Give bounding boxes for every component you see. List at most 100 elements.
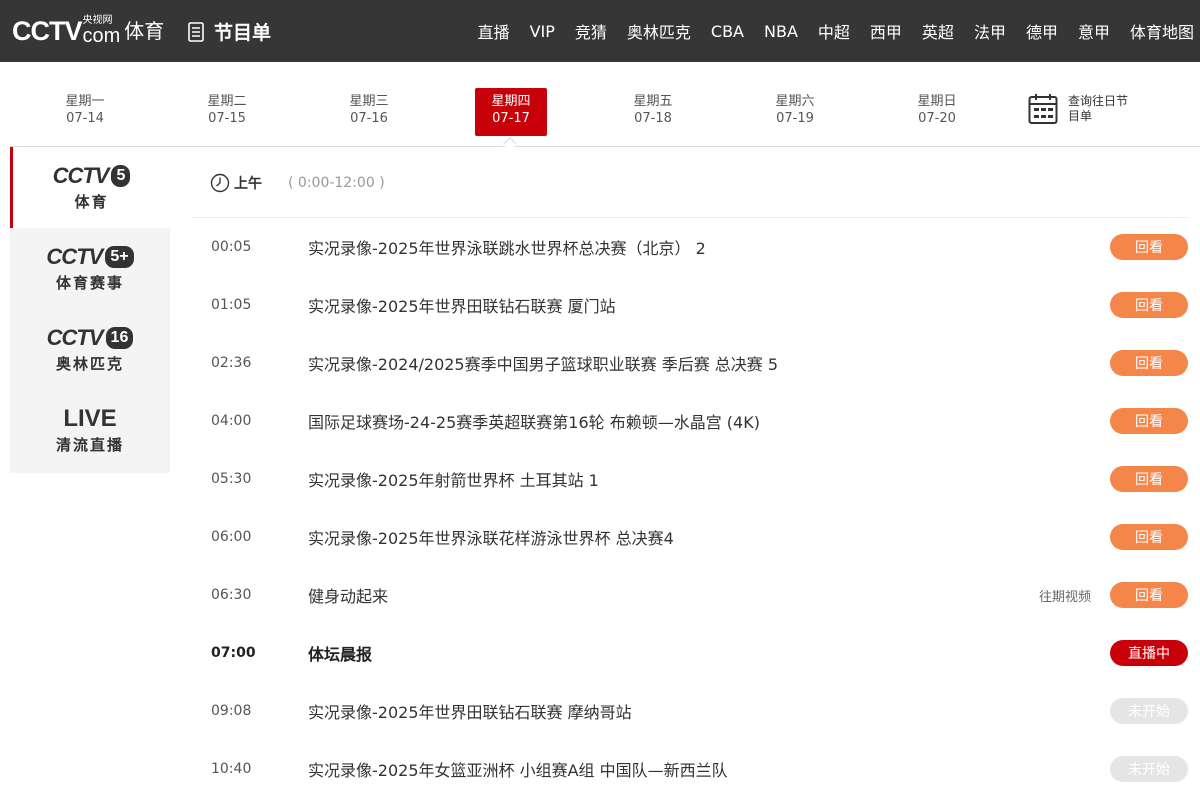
period-range: ( 0:00-12:00 ) [288, 174, 385, 191]
history-schedule-button[interactable]: 查询往日节目单 [1028, 93, 1134, 125]
program-title[interactable]: 实况录像-2024/2025赛季中国男子篮球职业联赛 季后赛 总决赛 5 [308, 351, 778, 375]
date-value: 07-15 [208, 111, 246, 126]
program-time: 06:30 [211, 587, 252, 603]
program-time: 00:05 [211, 239, 252, 255]
program-row-live: 07:00 体坛晨报 直播中 [192, 624, 1188, 682]
not-started-badge: 未开始 [1110, 698, 1188, 724]
channel-number: 5+ [105, 246, 134, 268]
logo-com-text: com [82, 24, 121, 47]
logo-sport-text: 体育 [124, 18, 165, 43]
date-tab[interactable]: 星期三 07-16 [333, 88, 405, 136]
channel-sidebar: CCTV 5 体育 CCTV 5+ 体育赛事 CCTV 16 奥林匹克 LIVE… [10, 147, 170, 473]
nav-item[interactable]: 奥林匹克 [627, 19, 691, 43]
history-schedule-label: 查询往日节目单 [1068, 94, 1129, 123]
channel-cctv16[interactable]: CCTV 16 奥林匹克 [10, 309, 170, 390]
program-row: 06:00 实况录像-2025年世界泳联花样游泳世界杯 总决赛4 回看 [192, 508, 1188, 566]
program-time: 07:00 [211, 645, 256, 661]
nav-item[interactable]: 意甲 [1078, 19, 1110, 43]
nav-item[interactable]: 法甲 [974, 19, 1006, 43]
channel-subtitle: 清流直播 [55, 436, 124, 454]
program-title[interactable]: 健身动起来 [308, 583, 388, 607]
program-row: 09:08 实况录像-2025年世界田联钻石联赛 摩纳哥站 未开始 [192, 682, 1188, 740]
date-tab-active[interactable]: 星期四 07-17 [475, 88, 547, 136]
replay-button[interactable]: 回看 [1110, 582, 1188, 608]
date-tab[interactable]: 星期六 07-19 [759, 88, 831, 136]
date-value: 07-19 [776, 111, 814, 126]
program-row: 00:05 实况录像-2025年世界泳联跳水世界杯总决赛（北京） 2 回看 [192, 218, 1188, 276]
document-icon [188, 21, 204, 42]
channel-subtitle: 体育赛事 [55, 274, 124, 292]
nav-item[interactable]: 中超 [818, 19, 850, 43]
nav-item[interactable]: NBA [764, 22, 798, 41]
program-title[interactable]: 实况录像-2025年世界泳联跳水世界杯总决赛（北京） 2 [308, 235, 706, 259]
clock-icon [210, 173, 230, 192]
program-row: 06:30 健身动起来 往期视频 回看 [192, 566, 1188, 624]
date-weekday: 星期六 [775, 94, 815, 109]
cctv-sports-logo[interactable]: CCTV 央视网 com 体育 [12, 10, 164, 50]
replay-button[interactable]: 回看 [1110, 292, 1188, 318]
period-header: 上午 ( 0:00-12:00 ) [192, 148, 1188, 218]
past-videos-link[interactable]: 往期视频 [1039, 586, 1091, 605]
nav-item[interactable]: 竞猜 [575, 19, 607, 43]
date-weekday: 星期一 [65, 94, 105, 109]
program-row: 10:40 实况录像-2025年女篮亚洲杯 小组赛A组 中国队—新西兰队 未开始 [192, 740, 1188, 789]
program-title: 实况录像-2025年女篮亚洲杯 小组赛A组 中国队—新西兰队 [308, 761, 728, 780]
date-weekday: 星期四 [491, 94, 531, 109]
program-time: 04:00 [211, 413, 252, 429]
live-now-button[interactable]: 直播中 [1110, 640, 1188, 666]
nav-item[interactable]: 西甲 [870, 19, 902, 43]
program-title: 实况录像-2025年世界田联钻石联赛 摩纳哥站 [308, 703, 632, 722]
program-title[interactable]: 体坛晨报 [308, 641, 372, 665]
period-label: 上午 [234, 175, 262, 192]
calendar-icon [1028, 94, 1058, 124]
replay-button[interactable]: 回看 [1110, 466, 1188, 492]
nav-item[interactable]: 英超 [922, 19, 954, 43]
date-tab[interactable]: 星期二 07-15 [191, 88, 263, 136]
replay-button[interactable]: 回看 [1110, 524, 1188, 550]
program-time: 06:00 [211, 529, 252, 545]
date-weekday: 星期二 [207, 94, 247, 109]
program-title[interactable]: 实况录像-2025年世界泳联花样游泳世界杯 总决赛4 [308, 525, 674, 549]
date-tab[interactable]: 星期五 07-18 [617, 88, 689, 136]
program-row: 05:30 实况录像-2025年射箭世界杯 土耳其站 1 回看 [192, 450, 1188, 508]
channel-logo-text: CCTV [52, 163, 110, 188]
date-weekday: 星期三 [349, 94, 389, 109]
channel-logo-text: LIVE [63, 405, 117, 432]
program-time: 01:05 [211, 297, 252, 313]
date-value: 07-16 [350, 111, 388, 126]
channel-subtitle: 体育 [74, 193, 109, 211]
main-nav: 直播 VIP 竞猜 奥林匹克 CBA NBA 中超 西甲 英超 法甲 德甲 意甲… [458, 0, 1194, 62]
program-title[interactable]: 实况录像-2025年世界田联钻石联赛 厦门站 [308, 293, 616, 317]
replay-button[interactable]: 回看 [1110, 408, 1188, 434]
channel-cctv5[interactable]: CCTV 5 体育 [10, 147, 170, 228]
replay-button[interactable]: 回看 [1110, 350, 1188, 376]
program-time: 05:30 [211, 471, 252, 487]
date-value: 07-14 [66, 111, 104, 126]
nav-item[interactable]: 体育地图 [1130, 19, 1194, 43]
date-value: 07-17 [492, 111, 530, 126]
program-time: 10:40 [211, 761, 252, 777]
nav-item[interactable]: 德甲 [1026, 19, 1058, 43]
page-title: 节目单 [188, 18, 271, 45]
logo-cntv-text: 央视网 [82, 14, 113, 26]
program-title[interactable]: 国际足球赛场-24-25赛季英超联赛第16轮 布赖顿—水晶宫 (4K) [308, 409, 760, 433]
program-row: 02:36 实况录像-2024/2025赛季中国男子篮球职业联赛 季后赛 总决赛… [192, 334, 1188, 392]
nav-item[interactable]: CBA [711, 22, 744, 41]
top-header: CCTV 央视网 com 体育 节目单 直播 VIP 竞猜 奥林匹克 CBA N… [0, 0, 1200, 62]
nav-item[interactable]: VIP [530, 22, 555, 41]
channel-number: 16 [105, 327, 134, 349]
date-tab[interactable]: 星期一 07-14 [49, 88, 121, 136]
page-title-text: 节目单 [214, 22, 272, 44]
logo-cctv-text: CCTV [12, 15, 82, 46]
date-weekday: 星期日 [917, 94, 957, 109]
date-tab[interactable]: 星期日 07-20 [901, 88, 973, 136]
channel-cctv5-plus[interactable]: CCTV 5+ 体育赛事 [10, 228, 170, 309]
channel-logo-text: CCTV [46, 244, 103, 269]
date-value: 07-20 [918, 111, 956, 126]
date-selector: 星期一 07-14 星期二 07-15 星期三 07-16 星期四 07-17 … [10, 62, 1200, 152]
channel-live[interactable]: LIVE 清流直播 [10, 390, 170, 471]
channel-logo-text: CCTV [46, 325, 104, 350]
program-title[interactable]: 实况录像-2025年射箭世界杯 土耳其站 1 [308, 467, 599, 491]
replay-button[interactable]: 回看 [1110, 234, 1188, 260]
nav-item[interactable]: 直播 [478, 19, 510, 43]
